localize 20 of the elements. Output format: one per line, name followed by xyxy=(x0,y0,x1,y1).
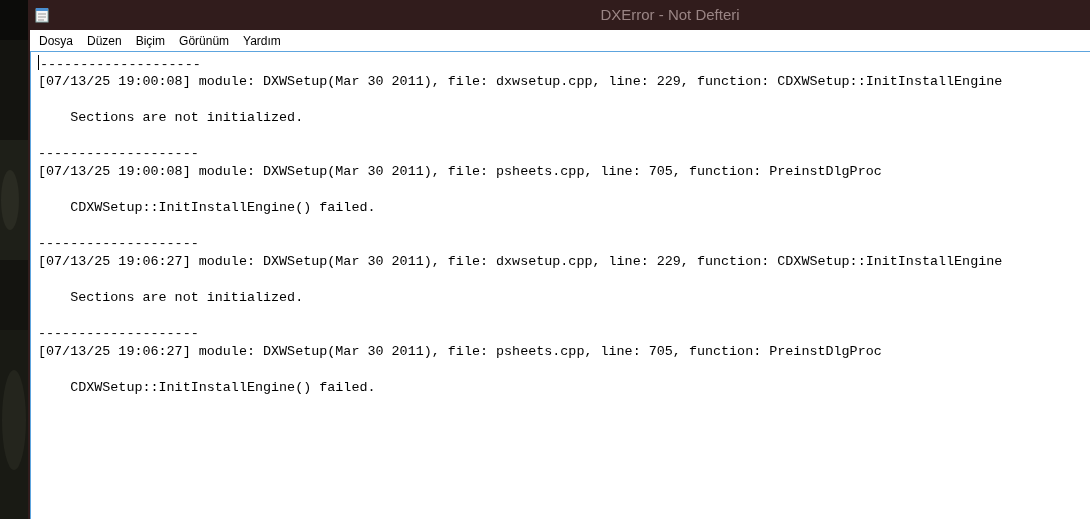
log-header: [07/13/25 19:00:08] module: DXWSetup(Mar 30 2011), file: psheets.cpp, line: 705, function: PreinstDlgProc xyxy=(38,164,882,179)
menu-item[interactable]: Biçim xyxy=(128,31,173,50)
menu-item[interactable]: Dosya xyxy=(32,31,80,50)
log-header: [07/13/25 19:00:08] module: DXWSetup(Mar 30 2011), file: dxwsetup.cpp, line: 229, function: CDXWSetup::InitInstallEngine xyxy=(38,74,1003,89)
menu-item[interactable]: Görünüm xyxy=(172,31,237,50)
window-title: DXError - Not Defteri xyxy=(600,4,740,25)
separator-line: -------------------- xyxy=(38,326,199,341)
text-cursor xyxy=(38,55,39,70)
log-message: Sections are not initialized. xyxy=(70,290,304,305)
separator-line: -------------------- xyxy=(40,57,201,72)
log-message: CDXWSetup::InitInstallEngine() failed. xyxy=(70,200,376,215)
separator-line: -------------------- xyxy=(38,236,199,251)
menu-item[interactable]: Düzen xyxy=(80,31,129,50)
log-message: Sections are not initialized. xyxy=(70,110,304,125)
notepad-icon xyxy=(34,7,50,23)
log-header: [07/13/25 19:06:27] module: DXWSetup(Mar 30 2011), file: dxwsetup.cpp, line: 229, function: CDXWSetup::InitInstallEngine xyxy=(38,254,1003,269)
log-header: [07/13/25 19:06:27] module: DXWSetup(Mar 30 2011), file: psheets.cpp, line: 705, function: PreinstDlgProc xyxy=(38,344,882,359)
log-message: CDXWSetup::InitInstallEngine() failed. xyxy=(70,380,376,395)
separator-line: -------------------- xyxy=(38,146,199,161)
menu-item[interactable]: Yardım xyxy=(236,31,288,50)
